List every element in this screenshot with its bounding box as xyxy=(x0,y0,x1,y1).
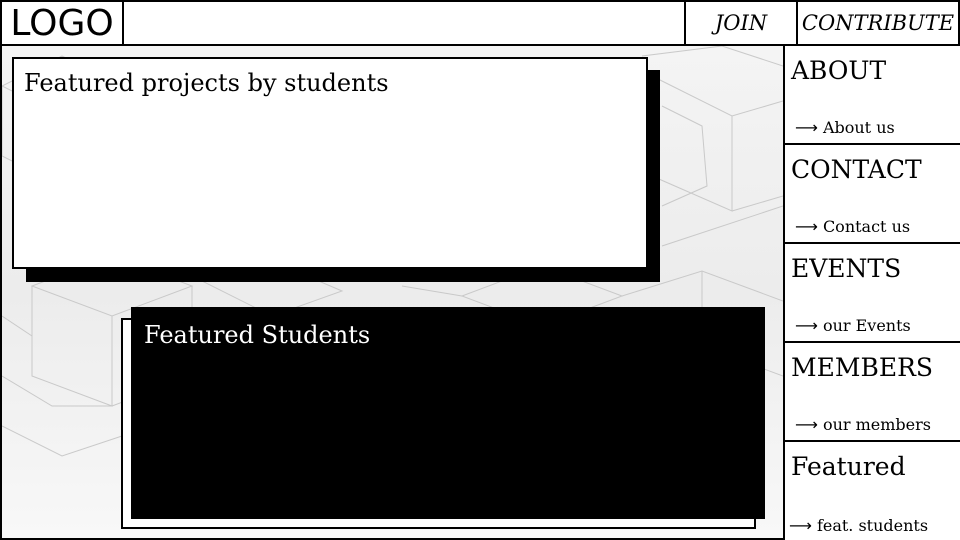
nav-contribute-link[interactable]: CONTRIBUTE xyxy=(796,2,958,44)
sidebar-link-label: our members xyxy=(822,415,931,434)
logo[interactable]: LOGO xyxy=(2,2,124,44)
sidebar-heading: MEMBERS xyxy=(791,353,934,382)
sidebar-link-label: Contact us xyxy=(822,217,911,236)
sidebar-item-events[interactable]: EVENTS ⟶ our Events xyxy=(785,244,960,343)
sidebar-item-about[interactable]: ABOUT ⟶ About us xyxy=(785,46,960,145)
sidebar-item-members[interactable]: MEMBERS ⟶ our members xyxy=(785,343,960,442)
featured-students-card[interactable]: Featured Students xyxy=(131,307,765,519)
header-spacer xyxy=(124,2,684,44)
sidebar-link-label: About us xyxy=(822,118,895,137)
sidebar-heading: EVENTS xyxy=(791,254,902,283)
long-right-arrow-icon: ⟶ xyxy=(795,316,818,335)
sidebar-heading: ABOUT xyxy=(791,56,887,85)
sidebar-item-contact[interactable]: CONTACT ⟶ Contact us xyxy=(785,145,960,244)
long-right-arrow-icon: ⟶ xyxy=(795,217,818,236)
featured-projects-title: Featured projects by students xyxy=(24,69,389,97)
nav-join-link[interactable]: JOIN xyxy=(684,2,796,44)
featured-projects-card[interactable]: Featured projects by students xyxy=(12,57,648,269)
sidebar-link[interactable]: ⟶ our Events xyxy=(795,316,911,335)
sidebar-heading: Featured xyxy=(791,452,906,481)
featured-students-title: Featured Students xyxy=(144,321,371,349)
long-right-arrow-icon: ⟶ xyxy=(795,118,818,137)
long-right-arrow-icon: ⟶ xyxy=(795,415,818,434)
sidebar-link-label: our Events xyxy=(822,316,911,335)
top-header: LOGO JOIN CONTRIBUTE xyxy=(0,0,960,46)
sidebar-link[interactable]: ⟶ Contact us xyxy=(795,217,910,236)
sidebar-link[interactable]: ⟶ feat. students xyxy=(789,516,928,535)
sidebar-link[interactable]: ⟶ About us xyxy=(795,118,895,137)
sidebar-link[interactable]: ⟶ our members xyxy=(795,415,931,434)
sidebar-item-featured[interactable]: Featured ⟶ feat. students xyxy=(785,442,960,540)
long-right-arrow-icon: ⟶ xyxy=(789,516,812,535)
right-sidebar: ABOUT ⟶ About us CONTACT ⟶ Contact us EV… xyxy=(783,46,960,540)
sidebar-link-label: feat. students xyxy=(816,516,929,535)
sidebar-heading: CONTACT xyxy=(791,155,922,184)
